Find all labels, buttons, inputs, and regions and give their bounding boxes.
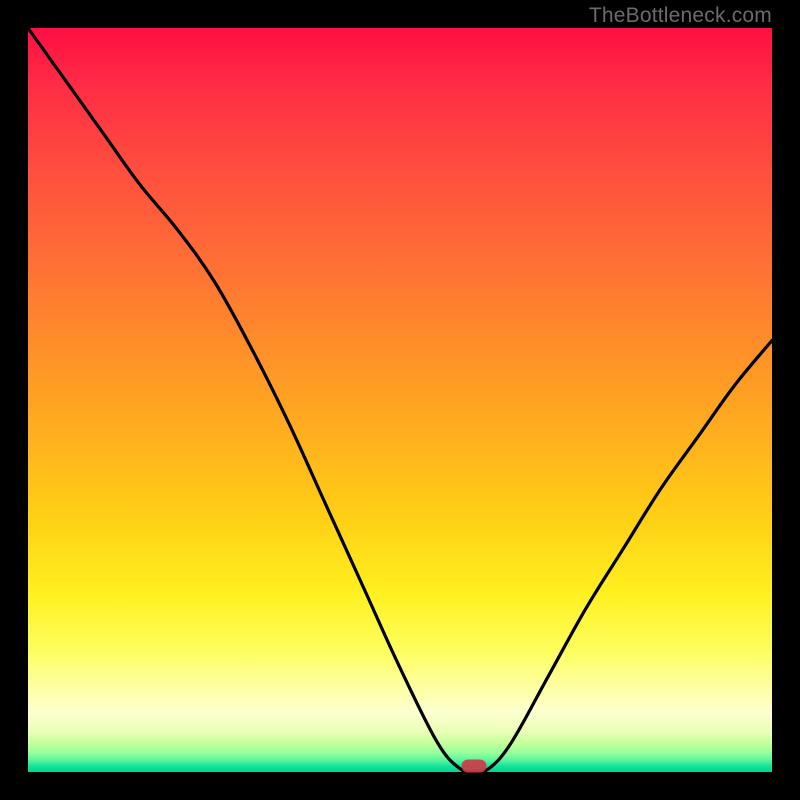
chart-frame: TheBottleneck.com	[0, 0, 800, 800]
watermark-label: TheBottleneck.com	[589, 4, 772, 28]
bottleneck-curve	[28, 28, 772, 772]
valley-marker	[462, 760, 487, 773]
plot-area	[28, 28, 772, 772]
